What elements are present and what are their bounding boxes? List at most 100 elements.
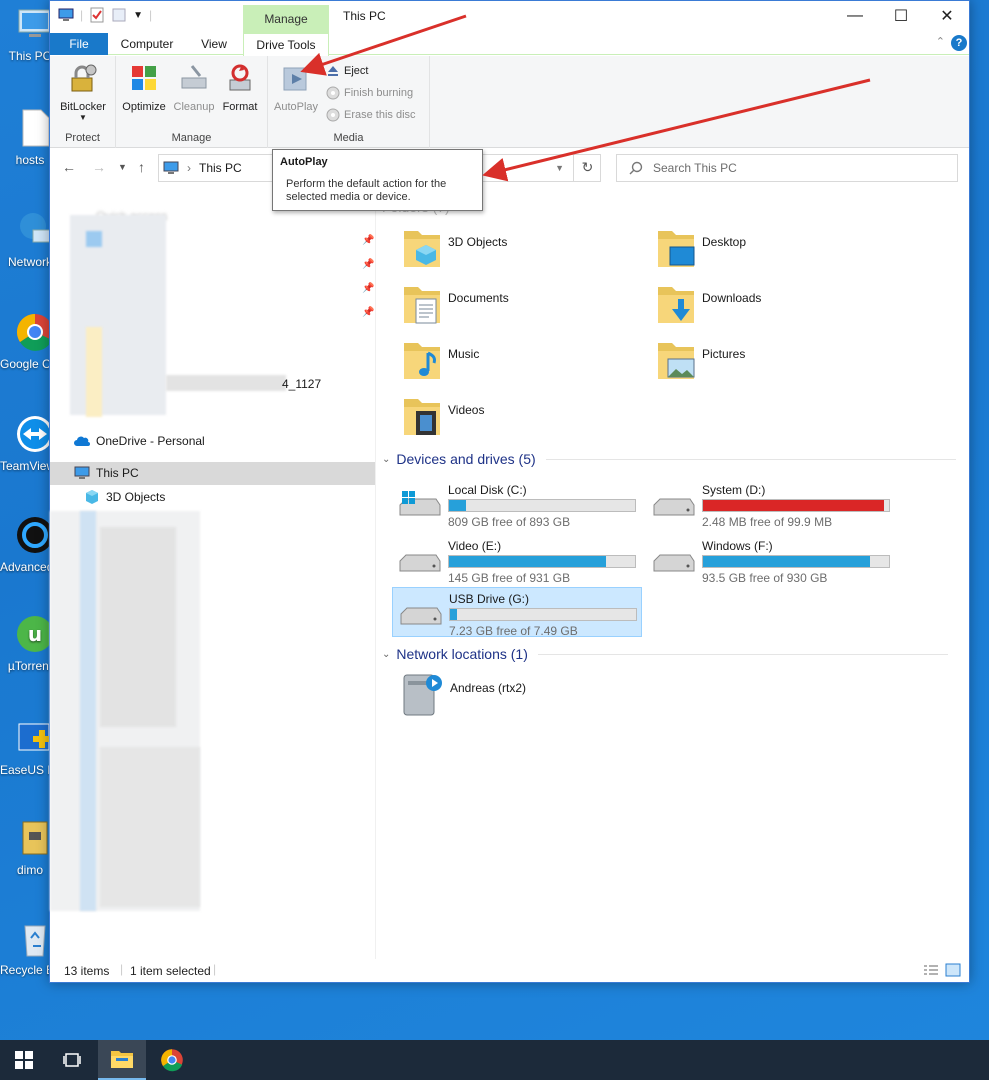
help-icon[interactable]: ? — [951, 35, 967, 51]
folder-3d-objects[interactable]: 3D Objects — [402, 227, 507, 271]
tab-view[interactable]: View — [190, 33, 238, 55]
search-placeholder: Search This PC — [653, 161, 737, 175]
ribbon: BitLocker ▼ Protect Optimize Cleanup For… — [50, 56, 969, 148]
properties-icon[interactable] — [89, 7, 105, 23]
collapse-ribbon-icon[interactable]: ⌃ — [936, 35, 945, 48]
drive-e[interactable]: Video (E:) 145 GB free of 931 GB — [392, 535, 642, 585]
cleanup-label: Cleanup — [173, 101, 215, 113]
blurred-region — [100, 527, 176, 727]
drive-usage-bar — [448, 499, 636, 512]
eject-label: Eject — [344, 65, 369, 77]
drive-usage-fill — [703, 556, 871, 567]
svg-text:u: u — [28, 622, 42, 646]
manage-context-tab[interactable]: Manage — [243, 5, 329, 33]
recent-locations-icon[interactable]: ▼ — [118, 162, 127, 172]
tab-file[interactable]: File — [50, 33, 108, 55]
navpane-item-onedrive[interactable]: OneDrive - Personal — [74, 430, 205, 452]
status-bar: 13 items | 1 item selected | — [50, 959, 969, 983]
bitlocker-icon — [71, 64, 97, 92]
drive-label: System (D:) — [702, 483, 766, 497]
section-header-network[interactable]: ⌄ Network locations (1) — [382, 646, 948, 662]
forward-arrow-icon[interactable]: → — [92, 159, 106, 175]
eject-button[interactable]: Eject — [326, 64, 368, 78]
navpane-label: OneDrive - Personal — [96, 434, 205, 448]
network-location[interactable]: Andreas (rtx2) — [400, 671, 526, 719]
details-view-icon[interactable] — [923, 964, 939, 978]
documents-folder-icon — [404, 287, 440, 324]
optimize-icon — [132, 66, 156, 90]
navpane-item-this-pc[interactable]: This PC — [74, 462, 139, 484]
section-title: Network locations (1) — [396, 646, 528, 662]
autoplay-button[interactable]: AutoPlay — [270, 62, 322, 113]
large-icons-view-icon[interactable] — [945, 963, 961, 977]
hard-drive-icon — [399, 554, 441, 572]
bitlocker-button[interactable]: BitLocker ▼ — [56, 62, 110, 122]
explorer-window: | ▼ | Manage This PC — ☐ ✕ File Computer… — [49, 0, 970, 983]
drive-usage-fill — [703, 500, 885, 511]
erase-disc-button[interactable]: Erase this disc — [326, 108, 416, 122]
section-header-devices[interactable]: ⌄ Devices and drives (5) — [382, 451, 956, 467]
pin-icon[interactable]: 📌 — [362, 259, 374, 270]
this-pc-icon — [163, 161, 179, 174]
tab-drive-tools[interactable]: Drive Tools — [243, 33, 329, 56]
drive-c[interactable]: Local Disk (C:) 809 GB free of 893 GB — [392, 479, 642, 529]
folder-videos[interactable]: Videos — [402, 395, 484, 439]
selection-count: 1 item selected — [130, 964, 211, 978]
refresh-button[interactable]: ↻ — [573, 154, 601, 182]
drive-g[interactable]: USB Drive (G:) 7.23 GB free of 7.49 GB — [392, 587, 642, 638]
navigation-pane: Quick access 4_1127 📌 📌 📌 📌 OneDrive - P… — [50, 187, 376, 959]
maximize-button[interactable]: ☐ — [878, 1, 924, 31]
drive-d[interactable]: System (D:) 2.48 MB free of 99.9 MB — [646, 479, 896, 529]
minimize-button[interactable]: — — [832, 1, 878, 31]
format-icon — [229, 64, 251, 91]
folder-pictures[interactable]: Pictures — [656, 339, 745, 383]
pin-icon[interactable]: 📌 — [362, 307, 374, 318]
finish-burning-label: Finish burning — [344, 87, 414, 99]
disc-burn-icon — [326, 86, 340, 100]
downloads-folder-icon — [658, 287, 694, 323]
window-title: This PC — [343, 9, 386, 23]
taskbar-file-explorer[interactable] — [98, 1040, 146, 1080]
tab-computer[interactable]: Computer — [112, 33, 182, 55]
new-folder-icon[interactable] — [111, 7, 127, 23]
cleanup-button[interactable]: Cleanup — [170, 62, 218, 113]
folder-label: Documents — [448, 291, 509, 305]
format-button[interactable]: Format — [218, 62, 262, 113]
hard-drive-icon — [653, 554, 695, 572]
start-button[interactable] — [0, 1040, 48, 1080]
close-button[interactable]: ✕ — [924, 1, 970, 31]
task-view-button[interactable] — [48, 1040, 96, 1080]
folder-music[interactable]: Music — [402, 339, 479, 383]
windows-drive-icon — [399, 491, 441, 516]
taskbar-chrome[interactable] — [148, 1040, 196, 1080]
drive-usage-fill — [450, 609, 457, 620]
computer-icon[interactable] — [58, 7, 74, 23]
search-input[interactable]: Search This PC — [616, 154, 958, 182]
pin-icon[interactable]: 📌 — [362, 283, 374, 294]
qat-dropdown-icon[interactable]: ▼ — [133, 10, 143, 21]
folder-label: Music — [448, 347, 480, 361]
breadcrumb[interactable]: This PC — [199, 161, 242, 175]
navpane-label: This PC — [96, 466, 139, 480]
breadcrumb-separator-icon: › — [187, 161, 191, 175]
up-arrow-icon[interactable]: ↑ — [138, 159, 145, 175]
drive-usage-bar — [449, 608, 637, 621]
folder-desktop[interactable]: Desktop — [656, 227, 746, 271]
optimize-button[interactable]: Optimize — [120, 62, 168, 113]
task-view-icon — [63, 1053, 81, 1067]
navpane-item-3d-objects[interactable]: 3D Objects — [84, 486, 165, 508]
pin-icon[interactable]: 📌 — [362, 235, 374, 246]
taskbar — [0, 1040, 989, 1080]
drive-f[interactable]: Windows (F:) 93.5 GB free of 930 GB — [646, 535, 896, 585]
item-count: 13 items — [64, 964, 110, 978]
group-media: AutoPlay Eject Finish burning Erase this… — [268, 56, 430, 148]
folder-downloads[interactable]: Downloads — [656, 283, 761, 327]
separator: | — [120, 962, 124, 976]
finish-burning-button[interactable]: Finish burning — [326, 86, 413, 100]
blurred-region — [86, 231, 102, 247]
videos-folder-icon — [404, 399, 440, 435]
folder-documents[interactable]: Documents — [402, 283, 509, 327]
ribbon-tabs: File Computer View Drive Tools ⌃ ? — [50, 33, 969, 56]
back-arrow-icon[interactable]: ← — [62, 159, 76, 175]
address-dropdown-icon[interactable]: ▼ — [555, 163, 564, 173]
